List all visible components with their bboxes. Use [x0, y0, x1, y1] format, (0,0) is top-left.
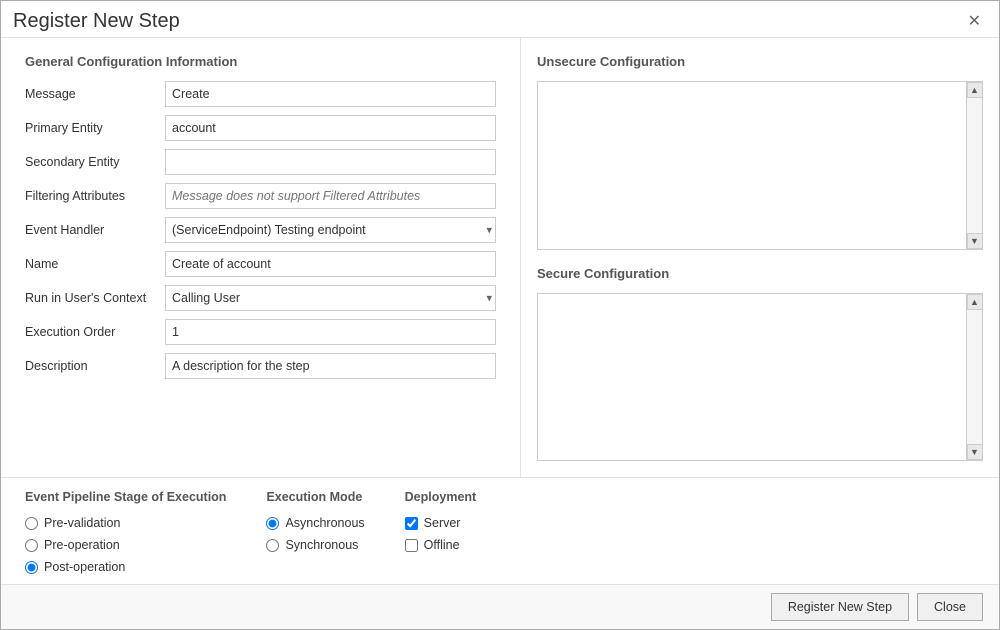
offline-label: Offline	[424, 538, 460, 552]
filtering-attributes-row: Filtering Attributes	[25, 183, 496, 209]
secure-config-title: Secure Configuration	[537, 266, 983, 281]
post-operation-row: Post-operation	[25, 560, 226, 574]
message-row: Message	[25, 81, 496, 107]
message-label: Message	[25, 87, 165, 101]
filtering-attributes-label: Filtering Attributes	[25, 189, 165, 203]
offline-checkbox[interactable]	[405, 539, 418, 552]
run-in-users-context-select-wrapper: Calling User ▾	[165, 285, 496, 311]
offline-row: Offline	[405, 538, 477, 552]
dialog-title: Register New Step	[13, 10, 180, 33]
primary-entity-label: Primary Entity	[25, 121, 165, 135]
synchronous-radio[interactable]	[266, 539, 279, 552]
pre-validation-label: Pre-validation	[44, 516, 120, 530]
secure-config-textarea[interactable]	[538, 294, 966, 461]
server-label: Server	[424, 516, 461, 530]
pre-operation-radio[interactable]	[25, 539, 38, 552]
secondary-entity-label: Secondary Entity	[25, 155, 165, 169]
deployment-group: Deployment Server Offline	[405, 490, 477, 576]
run-in-users-context-select[interactable]: Calling User	[165, 285, 496, 311]
description-label: Description	[25, 359, 165, 373]
deployment-title: Deployment	[405, 490, 477, 504]
message-input[interactable]	[165, 81, 496, 107]
secondary-entity-row: Secondary Entity	[25, 149, 496, 175]
secure-config-box[interactable]: ▲ ▼	[537, 293, 983, 462]
execution-mode-group: Execution Mode Asynchronous Synchronous	[266, 490, 364, 576]
pipeline-section: Event Pipeline Stage of Execution Pre-va…	[25, 490, 975, 576]
unsecure-scroll-down-button[interactable]: ▼	[967, 233, 983, 249]
dialog-body: General Configuration Information Messag…	[1, 38, 999, 477]
server-row: Server	[405, 516, 477, 530]
name-row: Name	[25, 251, 496, 277]
general-config-title: General Configuration Information	[25, 54, 496, 69]
secondary-entity-input[interactable]	[165, 149, 496, 175]
footer-bar: Register New Step Close	[1, 584, 999, 629]
name-input[interactable]	[165, 251, 496, 277]
name-label: Name	[25, 257, 165, 271]
execution-order-row: Execution Order	[25, 319, 496, 345]
secure-scroll-down-button[interactable]: ▼	[967, 444, 983, 460]
execution-mode-title: Execution Mode	[266, 490, 364, 504]
pre-operation-label: Pre-operation	[44, 538, 120, 552]
execution-order-label: Execution Order	[25, 325, 165, 339]
pre-validation-radio[interactable]	[25, 517, 38, 530]
post-operation-radio[interactable]	[25, 561, 38, 574]
description-row: Description	[25, 353, 496, 379]
server-checkbox[interactable]	[405, 517, 418, 530]
execution-order-input[interactable]	[165, 319, 496, 345]
primary-entity-row: Primary Entity	[25, 115, 496, 141]
right-panel: Unsecure Configuration ▲ ▼ Secure Config…	[521, 38, 999, 477]
title-bar: Register New Step ✕	[1, 1, 999, 38]
secure-config-section: Secure Configuration ▲ ▼	[537, 266, 983, 462]
unsecure-config-title: Unsecure Configuration	[537, 54, 983, 69]
event-handler-row: Event Handler (ServiceEndpoint) Testing …	[25, 217, 496, 243]
filtering-attributes-input[interactable]	[165, 183, 496, 209]
unsecure-config-box[interactable]: ▲ ▼	[537, 81, 983, 250]
description-input[interactable]	[165, 353, 496, 379]
pipeline-stage-title: Event Pipeline Stage of Execution	[25, 490, 226, 504]
primary-entity-input[interactable]	[165, 115, 496, 141]
pre-validation-row: Pre-validation	[25, 516, 226, 530]
synchronous-row: Synchronous	[266, 538, 364, 552]
post-operation-label: Post-operation	[44, 560, 125, 574]
secure-scroll-up-button[interactable]: ▲	[967, 294, 983, 310]
close-button[interactable]: Close	[917, 593, 983, 621]
unsecure-config-textarea[interactable]	[538, 82, 966, 249]
run-in-users-context-row: Run in User's Context Calling User ▾	[25, 285, 496, 311]
run-in-users-context-label: Run in User's Context	[25, 291, 165, 305]
event-handler-label: Event Handler	[25, 223, 165, 237]
register-new-step-button[interactable]: Register New Step	[771, 593, 909, 621]
pipeline-stage-group: Event Pipeline Stage of Execution Pre-va…	[25, 490, 226, 576]
event-handler-select[interactable]: (ServiceEndpoint) Testing endpoint	[165, 217, 496, 243]
unsecure-config-section: Unsecure Configuration ▲ ▼	[537, 54, 983, 250]
dialog-container: Register New Step ✕ General Configuratio…	[0, 0, 1000, 630]
title-close-button[interactable]: ✕	[962, 9, 987, 33]
pre-operation-row: Pre-operation	[25, 538, 226, 552]
asynchronous-radio[interactable]	[266, 517, 279, 530]
left-panel: General Configuration Information Messag…	[1, 38, 521, 477]
asynchronous-label: Asynchronous	[285, 516, 364, 530]
unsecure-config-scrollbar: ▲ ▼	[966, 82, 982, 249]
bottom-section: Event Pipeline Stage of Execution Pre-va…	[1, 477, 999, 584]
unsecure-scroll-up-button[interactable]: ▲	[967, 82, 983, 98]
secure-config-scrollbar: ▲ ▼	[966, 294, 982, 461]
synchronous-label: Synchronous	[285, 538, 358, 552]
event-handler-select-wrapper: (ServiceEndpoint) Testing endpoint ▾	[165, 217, 496, 243]
asynchronous-row: Asynchronous	[266, 516, 364, 530]
